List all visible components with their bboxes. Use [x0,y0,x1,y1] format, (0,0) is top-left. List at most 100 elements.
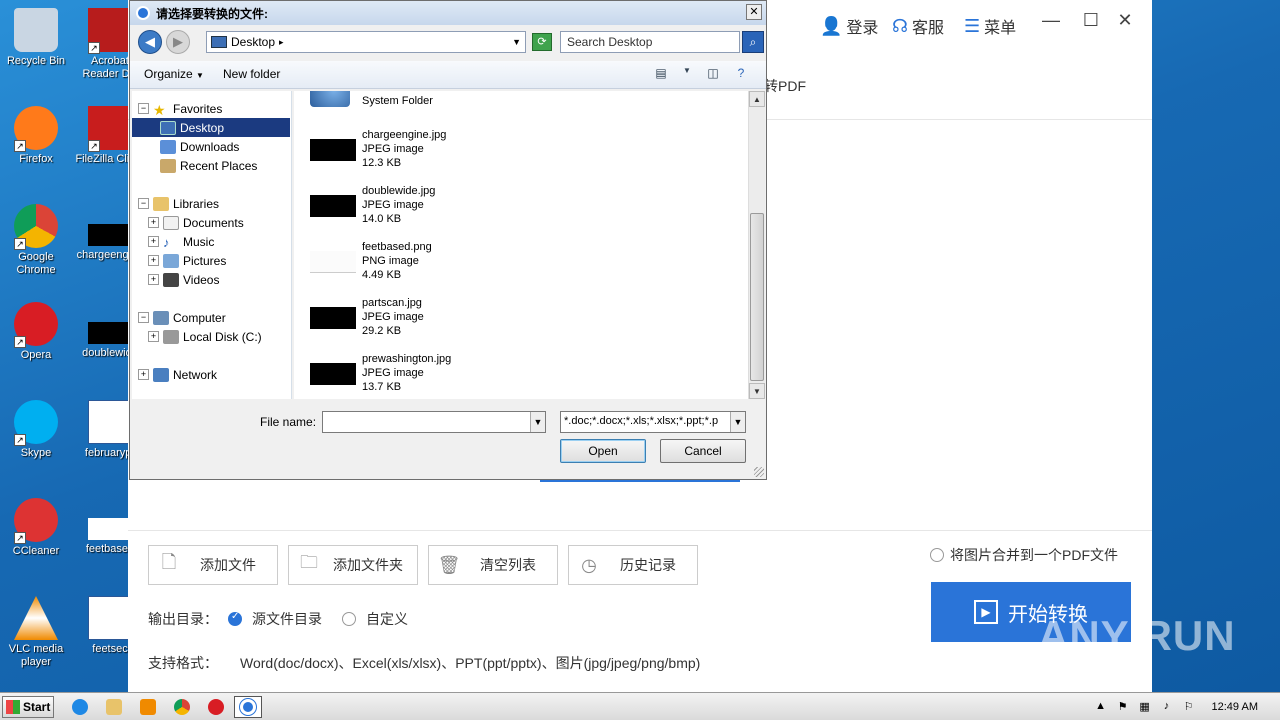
minimize-button[interactable]: — [1036,10,1066,31]
nav-recent-places[interactable]: Recent Places [132,156,290,175]
clock[interactable]: 12:49 AM [1212,701,1258,713]
volume-icon[interactable]: ♪ [1160,700,1174,714]
recycle-bin-icon [14,8,58,52]
expand-icon[interactable]: + [148,274,159,285]
taskbar-pdf-converter[interactable] [234,696,262,718]
history-button[interactable]: ◷ 历史记录 [568,545,698,585]
chevron-down-icon[interactable]: ▼ [530,412,545,432]
open-button[interactable]: Open [560,439,646,463]
collapse-icon[interactable]: − [138,103,149,114]
nav-network[interactable]: + Network [132,365,290,384]
nav-music[interactable]: + ♪ Music [132,232,290,251]
taskbar-media-player[interactable] [134,696,162,718]
clear-list-button[interactable]: 🗑 清空列表 [428,545,558,585]
service-button[interactable]: ☊ 客服 [892,14,944,38]
expand-icon[interactable]: + [148,255,159,266]
show-hidden-icons-icon[interactable]: ▲ [1094,700,1108,714]
merge-images-option[interactable]: 将图片合并到一个PDF文件 [930,545,1118,565]
taskbar-explorer[interactable] [100,696,128,718]
flag-icon[interactable]: ⚐ [1182,700,1196,714]
new-folder-button[interactable]: New folder [223,67,280,81]
nav-favorites[interactable]: − ★ Favorites [132,99,290,118]
address-bar[interactable]: Desktop ▸ ▼ [206,31,526,53]
file-list: System Folder chargeengine.jpg JPEG imag… [294,91,748,399]
file-item[interactable]: prewashington.jpg JPEG image 13.7 KB [310,353,610,399]
desktop-icon-ccleaner[interactable]: ↗ CCleaner [1,498,71,558]
search-button[interactable]: ⌕ [742,31,764,53]
user-icon: 👤 [820,15,843,36]
scroll-up-icon[interactable]: ▲ [749,91,765,107]
organize-button[interactable]: Organize ▼ [144,67,204,81]
cancel-button[interactable]: Cancel [660,439,746,463]
videos-icon [163,272,179,287]
breadcrumb-arrow-icon[interactable]: ▸ [279,37,284,48]
login-button[interactable]: 👤 登录 [820,14,878,38]
scroll-down-icon[interactable]: ▼ [749,383,765,399]
desktop-icon-firefox[interactable]: ↗ Firefox [1,106,71,166]
help-icon[interactable]: ? [732,66,750,82]
taskbar-ie[interactable] [66,696,94,718]
start-button[interactable]: Start [2,696,54,718]
nav-desktop[interactable]: Desktop [132,118,290,137]
nav-downloads[interactable]: Downloads [132,137,290,156]
menu-button[interactable]: ☰ 菜单 [964,14,1016,38]
file-item[interactable]: chargeengine.jpg JPEG image 12.3 KB [310,129,610,181]
taskbar-opera[interactable] [202,696,230,718]
maximize-button[interactable]: ☐ [1076,10,1106,31]
supported-formats-row: 支持格式： Word(doc/docx)、Excel(xls/xlsx)、PPT… [148,655,701,671]
expand-icon[interactable]: + [148,331,159,342]
desktop-icon-skype[interactable]: ↗ Skype [1,400,71,460]
add-folder-icon: 🗀 [300,552,318,572]
view-options-icon[interactable]: ▤ [652,66,670,82]
network-folder-icon [310,91,350,107]
refresh-button[interactable]: ⟳ [532,33,552,51]
nav-pictures[interactable]: + Pictures [132,251,290,270]
add-folder-button[interactable]: 🗀 添加文件夹 [288,545,418,585]
arrow-left-icon: ◀ [145,34,155,49]
skype-icon: ↗ [14,400,58,446]
search-input[interactable]: Search Desktop [560,31,740,53]
view-dropdown-icon[interactable]: ▼ [678,66,696,82]
firefox-icon: ↗ [14,106,58,152]
back-button[interactable]: ◀ [138,30,162,54]
resize-grip[interactable] [754,467,764,477]
taskbar-chrome[interactable] [168,696,196,718]
expand-icon[interactable]: + [148,217,159,228]
collapse-icon[interactable]: − [138,198,149,209]
desktop-icon-recycle-bin[interactable]: Recycle Bin [1,8,71,68]
file-type-select[interactable]: *.doc;*.docx;*.xls;*.xlsx;*.ppt;*.p [560,411,746,433]
file-name-input[interactable] [322,411,546,433]
file-list-scrollbar[interactable]: ▲ ▼ [748,91,765,399]
output-custom-radio[interactable] [342,612,356,626]
nav-videos[interactable]: + Videos [132,270,290,289]
file-item[interactable]: feetbased.png PNG image 4.49 KB [310,241,610,293]
image-thumbnail-icon [88,322,132,344]
chevron-down-icon[interactable]: ▼ [730,412,745,432]
scrollbar-thumb[interactable] [750,213,764,381]
merge-images-radio[interactable] [930,548,944,562]
file-item[interactable]: partscan.jpg JPEG image 29.2 KB [310,297,610,349]
expand-icon[interactable]: + [148,236,159,247]
collapse-icon[interactable]: − [138,312,149,323]
nav-computer[interactable]: − Computer [132,308,290,327]
add-file-icon: 🗋 [161,552,177,572]
dialog-close-button[interactable]: ✕ [746,4,762,20]
preview-pane-icon[interactable]: ◫ [704,66,722,82]
image-thumbnail-icon [88,224,132,246]
expand-icon[interactable]: + [138,369,149,380]
chevron-down-icon[interactable]: ▼ [512,37,521,47]
network-status-icon[interactable]: ▦ [1138,700,1152,714]
add-file-button[interactable]: 🗋 添加文件 [148,545,278,585]
desktop-icon-chrome[interactable]: ↗ Google Chrome [1,204,71,277]
desktop-icon-vlc[interactable]: VLC media player [1,596,71,669]
nav-libraries[interactable]: − Libraries [132,194,290,213]
desktop-icon-opera[interactable]: ↗ Opera [1,302,71,362]
folder-icon [106,699,122,715]
flag-icon[interactable]: ⚑ [1116,700,1130,714]
close-button[interactable]: ✕ [1110,10,1140,31]
forward-button[interactable]: ▶ [166,30,190,54]
nav-documents[interactable]: + Documents [132,213,290,232]
output-source-radio[interactable] [228,611,242,626]
file-item[interactable]: doublewide.jpg JPEG image 14.0 KB [310,185,610,237]
nav-local-disk[interactable]: + Local Disk (C:) [132,327,290,346]
